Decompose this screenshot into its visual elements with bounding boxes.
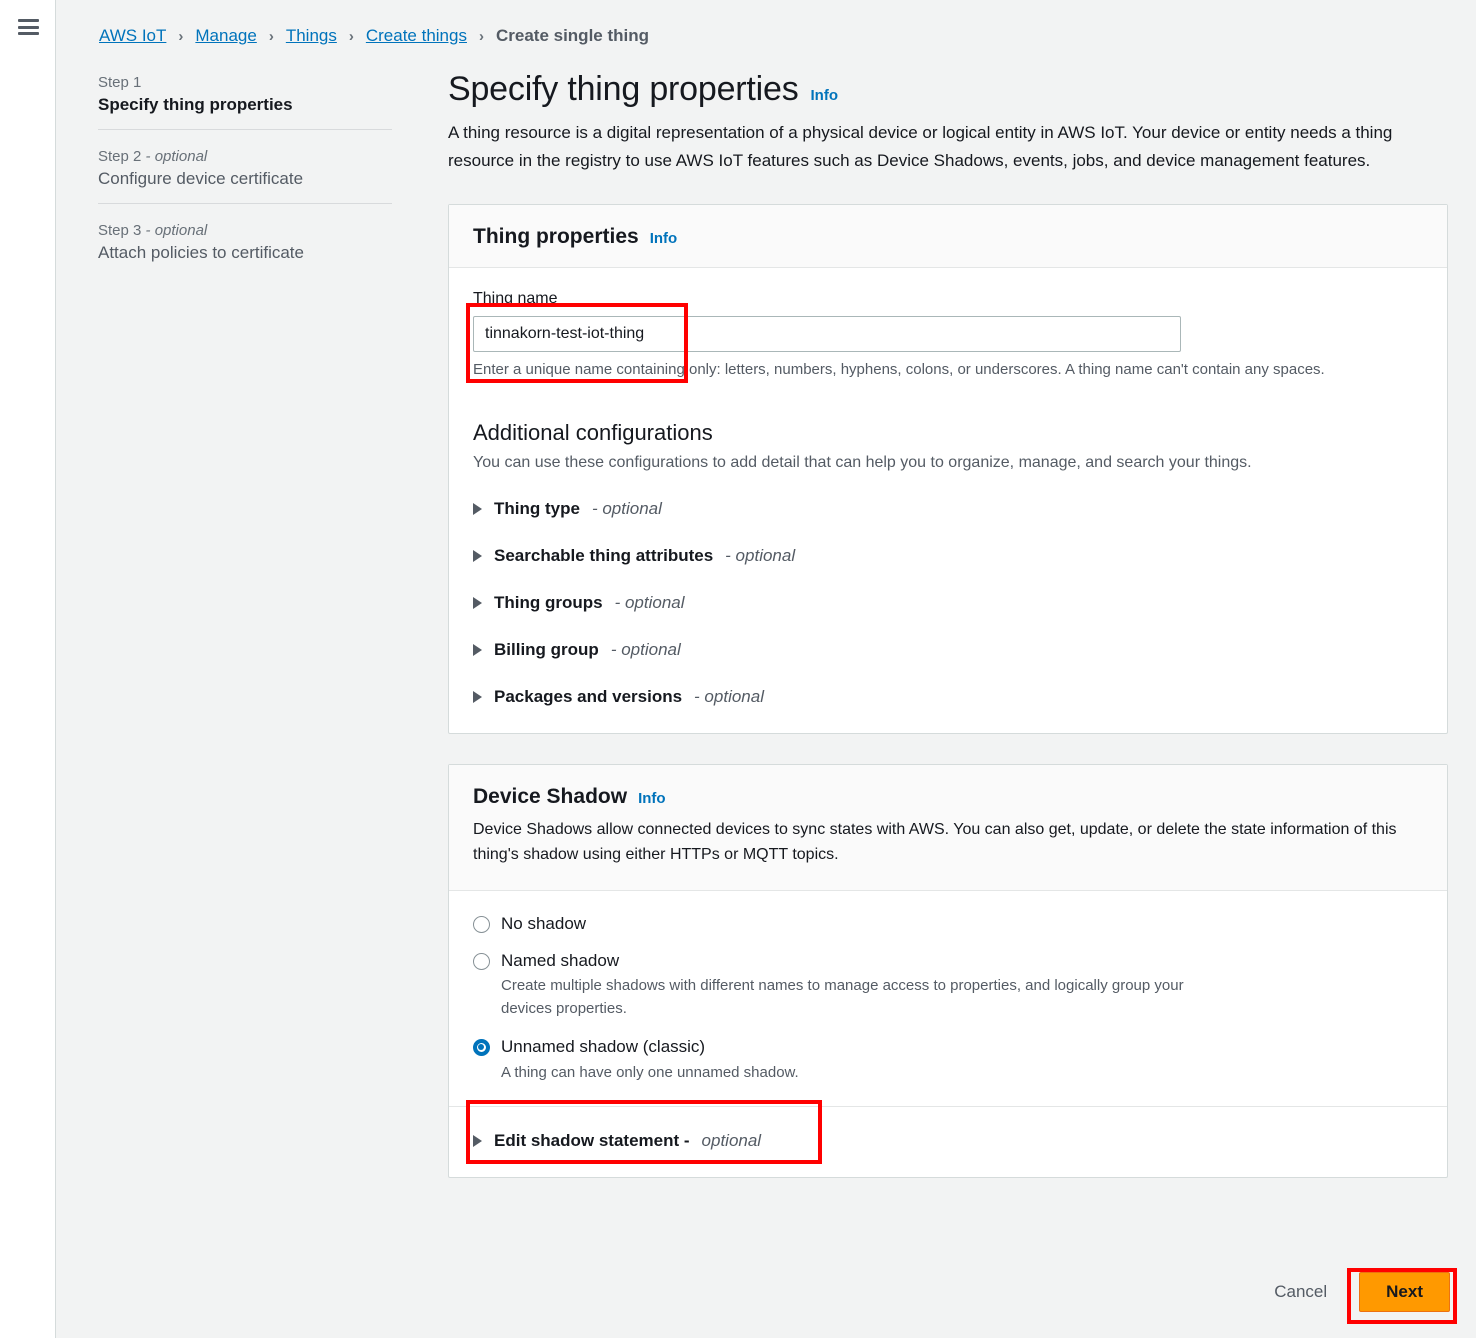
thing-properties-header: Thing properties Info [449, 205, 1447, 269]
additional-configurations-description: You can use these configurations to add … [473, 454, 1252, 472]
expander-thing-type[interactable]: Thing type - optional [473, 499, 662, 519]
device-shadow-title: Device Shadow [473, 785, 628, 809]
expander-thing-type-optional: - optional [591, 499, 662, 519]
hamburger-menu-icon[interactable] [18, 19, 39, 35]
breadcrumb-separator-icon: › [268, 27, 274, 45]
device-shadow-description: Device Shadows allow connected devices t… [473, 821, 1397, 864]
caret-right-icon [473, 597, 482, 610]
thing-properties-title: Thing properties [473, 225, 639, 249]
stepper-step-1[interactable]: Step 1 Specify thing properties [98, 74, 392, 129]
device-shadow-header: Device Shadow Info Device Shadows allow … [449, 765, 1447, 891]
expander-thing-groups-label: Thing groups [494, 593, 603, 613]
expander-edit-shadow-statement[interactable]: Edit shadow statement - optional [473, 1131, 761, 1151]
caret-right-icon [473, 644, 482, 657]
edit-shadow-statement-row: Edit shadow statement - optional [449, 1106, 1447, 1177]
radio-unchecked-icon [473, 953, 490, 971]
stepper-step-2-title: Configure device certificate [98, 169, 304, 188]
breadcrumb-separator-icon: › [478, 27, 484, 45]
thing-name-input[interactable] [473, 316, 1181, 353]
page-title: Specify thing properties [448, 70, 799, 108]
breadcrumb: AWS IoT › Manage › Things › Create thing… [99, 26, 649, 46]
radio-option-unnamed-shadow[interactable]: Unnamed shadow (classic) A thing can hav… [473, 1036, 1423, 1084]
breadcrumb-separator-icon: › [178, 27, 184, 45]
expander-searchable-thing-attributes[interactable]: Searchable thing attributes - optional [473, 546, 795, 566]
caret-right-icon [473, 691, 482, 704]
stepper-step-1-title: Specify thing properties [98, 95, 293, 114]
breadcrumb-separator-icon: › [348, 27, 354, 45]
page-container: AWS IoT › Manage › Things › Create thing… [56, 0, 1476, 1338]
thing-properties-info-link[interactable]: Info [650, 230, 678, 247]
radio-option-named-shadow-label: Named shadow [501, 951, 620, 971]
breadcrumb-item-things[interactable]: Things [286, 26, 337, 46]
radio-option-no-shadow-label: No shadow [501, 913, 587, 933]
expander-thing-groups-optional: - optional [614, 593, 685, 613]
radio-option-named-shadow[interactable]: Named shadow Create multiple shadows wit… [473, 950, 1423, 1020]
breadcrumb-item-current: Create single thing [495, 26, 650, 45]
thing-properties-body: Thing name Enter a unique name containin… [449, 268, 1447, 733]
radio-option-unnamed-shadow-description: A thing can have only one unnamed shadow… [501, 1063, 799, 1081]
wizard-stepper: Step 1 Specify thing properties Step 2 -… [98, 74, 392, 277]
device-shadow-card: Device Shadow Info Device Shadows allow … [448, 764, 1448, 1179]
thing-properties-card: Thing properties Info Thing name Enter a… [448, 204, 1448, 735]
caret-right-icon [473, 1135, 482, 1148]
radio-checked-icon [473, 1039, 490, 1057]
hamburger-bar [18, 19, 39, 22]
caret-right-icon [473, 550, 482, 563]
expander-billing-group-optional: - optional [610, 640, 681, 660]
stepper-step-3-kicker: Step 3 - optional [98, 222, 208, 239]
expander-edit-shadow-statement-label: Edit shadow statement - [494, 1131, 690, 1151]
expander-packages-and-versions[interactable]: Packages and versions - optional [473, 687, 764, 707]
hamburger-bar [18, 32, 39, 35]
main-content: Specify thing properties Info A thing re… [448, 70, 1448, 1179]
stepper-step-3[interactable]: Step 3 - optional Attach policies to cer… [98, 203, 392, 277]
thing-name-label: Thing name [473, 290, 558, 308]
cancel-button[interactable]: Cancel [1264, 1274, 1337, 1310]
left-nav-rail [0, 0, 56, 1338]
expander-edit-shadow-statement-optional: optional [701, 1131, 762, 1151]
shadow-options-group: No shadow Named shadow Create multiple s… [449, 891, 1447, 1106]
page-title-row: Specify thing properties Info [448, 70, 1448, 109]
stepper-step-1-kicker: Step 1 [98, 74, 142, 91]
page-description: A thing resource is a digital representa… [448, 123, 1393, 170]
expander-searchable-thing-attributes-label: Searchable thing attributes [494, 546, 714, 566]
page-info-link[interactable]: Info [811, 87, 839, 104]
breadcrumb-item-aws-iot[interactable]: AWS IoT [99, 26, 166, 46]
wizard-actions: Cancel Next [1264, 1272, 1450, 1312]
expander-thing-groups[interactable]: Thing groups - optional [473, 593, 685, 613]
additional-configurations-heading: Additional configurations [473, 420, 713, 446]
expander-thing-type-label: Thing type [494, 499, 580, 519]
breadcrumb-item-manage[interactable]: Manage [195, 26, 256, 46]
thing-name-hint: Enter a unique name containing only: let… [473, 361, 1325, 379]
stepper-step-2[interactable]: Step 2 - optional Configure device certi… [98, 129, 392, 203]
device-shadow-info-link[interactable]: Info [638, 790, 666, 807]
expander-packages-and-versions-optional: - optional [694, 687, 764, 707]
expander-billing-group-label: Billing group [494, 640, 599, 660]
thing-name-field: Thing name Enter a unique name containin… [473, 290, 1423, 378]
radio-option-no-shadow[interactable]: No shadow [473, 913, 1423, 934]
stepper-step-3-title: Attach policies to certificate [98, 243, 304, 262]
caret-right-icon [473, 503, 482, 516]
expander-packages-and-versions-label: Packages and versions [494, 687, 683, 707]
breadcrumb-item-create-things[interactable]: Create things [366, 26, 467, 46]
expander-searchable-thing-attributes-optional: - optional [725, 546, 796, 566]
next-button[interactable]: Next [1359, 1272, 1450, 1312]
radio-unchecked-icon [473, 915, 490, 933]
radio-option-unnamed-shadow-label: Unnamed shadow (classic) [501, 1037, 706, 1057]
radio-option-named-shadow-description: Create multiple shadows with different n… [501, 977, 1184, 1017]
expander-billing-group[interactable]: Billing group - optional [473, 640, 681, 660]
stepper-step-2-kicker: Step 2 - optional [98, 148, 208, 165]
hamburger-bar [18, 25, 39, 29]
